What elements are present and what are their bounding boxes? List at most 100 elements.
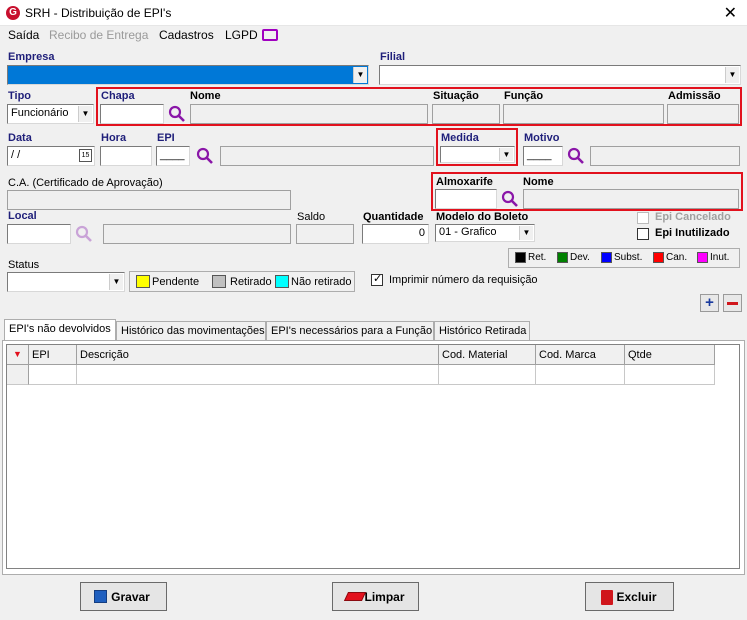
ca-label: C.A. (Certificado de Aprovação) [8,177,163,189]
chevron-down-icon: ▼ [78,106,92,122]
local-input[interactable] [7,224,71,244]
window-title: SRH - Distribuição de EPI's [25,6,172,20]
hora-label: Hora [101,132,127,144]
quantidade-value: 0 [418,227,425,239]
search-chapa-icon[interactable] [168,105,186,123]
col-cod-marca[interactable]: Cod. Marca [536,345,625,365]
minus-icon [727,302,738,305]
legend-subst: Subst. [601,252,642,263]
gravar-button[interactable]: Gravar [80,582,167,611]
data-value: / / [11,149,21,161]
funcao-label: Função [504,90,544,102]
calendar-icon[interactable]: 15 [79,149,92,162]
row-indicator[interactable] [7,365,29,385]
menu-recibo-entrega[interactable]: Recibo de Entrega [49,28,148,42]
motivo-label: Motivo [524,132,560,144]
cell-epi[interactable] [29,365,77,385]
sort-indicator-icon: ▼ [7,345,29,365]
imprimir-checkbox[interactable]: ✓ [371,273,383,286]
search-epi-icon[interactable] [196,147,214,165]
epi-grid[interactable]: ▼ EPI Descrição Cod. Material Cod. Marca… [6,344,740,569]
imprimir-label: Imprimir número da requisição [389,274,538,286]
cell-cod-material[interactable] [439,365,536,385]
local-description-field [103,224,291,244]
menu-saida[interactable]: Saída [8,28,39,42]
legend-dev: Dev. [557,252,590,263]
admissao-field [667,104,739,124]
tipo-select[interactable]: Funcionário ▼ [7,104,94,124]
col-cod-material[interactable]: Cod. Material [439,345,536,365]
tab-historico-retirada[interactable]: Histórico Retirada [434,321,530,340]
status-label: Status [8,259,40,271]
legend-swatch [515,252,526,263]
chevron-down-icon: ▼ [519,226,533,240]
app-logo-icon: G [6,6,20,20]
search-almoxarife-icon[interactable] [501,190,519,208]
menu-lgpd[interactable]: LGPD [225,28,258,42]
nome-label: Nome [190,90,221,102]
tipo-label: Tipo [8,90,32,102]
medida-select[interactable]: ▼ [440,146,515,163]
situacao-label: Situação [433,90,479,102]
col-epi[interactable]: EPI [29,345,77,365]
quantidade-input[interactable]: 0 [362,224,429,244]
epi-inutilizado-label: Epi Inutilizado [655,227,730,239]
pendente-swatch [136,275,150,288]
title-bar: G SRH - Distribuição de EPI's ✕ [0,0,747,26]
search-motivo-icon[interactable] [567,147,585,165]
almoxarife-label: Almoxarife [436,176,493,188]
remove-row-button[interactable] [723,294,742,312]
epi-cancelado-checkbox[interactable] [637,212,649,224]
empresa-label: Empresa [8,51,55,63]
trash-icon [601,590,613,605]
modelo-boleto-select[interactable]: 01 - Grafico ▼ [435,224,535,242]
nome-field [190,104,428,124]
chapa-input[interactable] [100,104,164,124]
cell-qtde[interactable] [625,365,715,385]
hora-input[interactable] [100,146,152,166]
nao-retirado-label: Não retirado [291,276,352,288]
close-icon[interactable]: ✕ [724,3,737,23]
tab-epis-necessarios[interactable]: EPI's necessários para a Função [266,321,434,340]
epi-inutilizado-checkbox[interactable] [637,228,649,240]
save-icon [94,590,107,603]
col-descricao[interactable]: Descrição [77,345,439,365]
limpar-label: Limpar [364,589,405,604]
nao-retirado-swatch [275,275,289,288]
monitor-icon[interactable] [262,29,278,41]
status-legend: Pendente Retirado Não retirado [129,271,355,292]
data-input[interactable]: / / 15 [7,146,95,166]
filial-select[interactable]: ▼ [379,65,741,85]
cell-descricao[interactable] [77,365,439,385]
search-local-icon[interactable] [75,225,93,243]
epi-description-field [220,146,434,166]
limpar-button[interactable]: Limpar [332,582,419,611]
retirado-swatch [212,275,226,288]
data-label: Data [8,132,32,144]
almoxarife-nome-label: Nome [523,176,554,188]
cell-cod-marca[interactable] [536,365,625,385]
tab-historico-movimentacoes[interactable]: Histórico das movimentações [116,321,266,340]
legend-inut: Inut. [697,252,729,263]
tipo-value: Funcionário [11,107,69,119]
almoxarife-input[interactable] [435,189,497,209]
local-label: Local [8,210,37,222]
tab-epis-nao-devolvidos[interactable]: EPI's não devolvidos [4,319,116,340]
add-row-button[interactable]: + [700,294,719,312]
col-qtde[interactable]: Qtde [625,345,715,365]
empresa-select[interactable]: ▼ [7,65,369,85]
excluir-button[interactable]: Excluir [585,582,674,611]
legend-swatch [697,252,708,263]
motivo-description-field [590,146,740,166]
epi-input[interactable]: ____ [156,146,190,166]
motivo-input[interactable]: ____ [523,146,563,166]
motivo-code-value: ____ [527,149,552,161]
legend-ret: Ret. [515,252,546,263]
chevron-down-icon: ▼ [499,148,513,161]
quantidade-label: Quantidade [363,211,424,223]
filial-label: Filial [380,51,406,63]
legend-can: Can. [653,252,687,263]
status-select[interactable]: ▼ [7,272,125,292]
epi-code-value: ____ [160,149,185,161]
menu-cadastros[interactable]: Cadastros [159,28,214,42]
